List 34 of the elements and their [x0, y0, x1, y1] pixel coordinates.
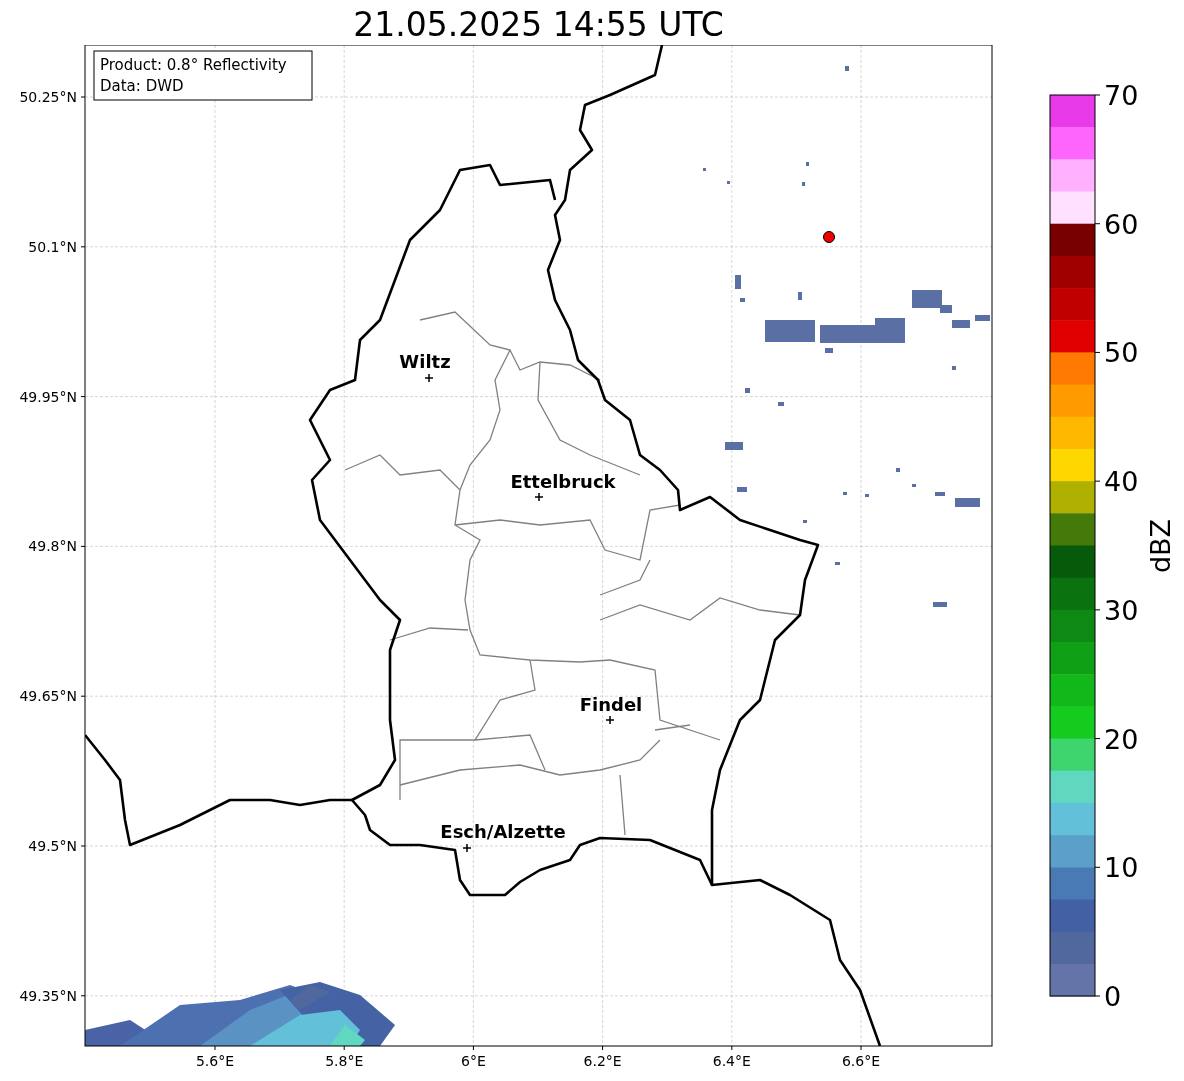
axis-tick-label: 49.65°N: [19, 688, 77, 705]
colorbar-label: dBZ: [1145, 518, 1176, 574]
info-text: Data: DWD: [100, 77, 184, 95]
axis-tick-label: 5.6°E: [195, 1053, 235, 1069]
axis-tick-label: 6.4°E: [712, 1053, 751, 1069]
chart-title: 21.05.2025 14:55 UTC: [353, 5, 724, 45]
colorbar-tick-label: 0: [1104, 981, 1122, 1012]
city-marker-icon: [534, 492, 544, 502]
axis-tick-label: 50.1°N: [28, 238, 77, 255]
colorbar-tick-label: 30: [1104, 594, 1139, 626]
city-marker-icon: [605, 715, 615, 725]
city-label: Ettelbruck: [510, 471, 616, 492]
colorbar-tick-label: 40: [1104, 466, 1139, 498]
axis-tick-label: 50.25°N: [19, 89, 77, 105]
axis-tick-label: 6°E: [461, 1053, 486, 1069]
city-marker-icon: [424, 373, 434, 383]
colorbar-tick-label: 10: [1104, 852, 1139, 884]
axis-tick-label: 49.35°N: [19, 987, 77, 1004]
axis-tick-label: 6.2°E: [583, 1053, 622, 1069]
colorbar-tick-label: 60: [1104, 208, 1139, 240]
colorbar-tick-label: 20: [1104, 723, 1139, 755]
axis-tick-label: 49.5°N: [28, 838, 77, 854]
axis-tick-label: 49.95°N: [19, 388, 77, 405]
colorbar-tick-label: 70: [1104, 80, 1139, 111]
city-marker-icon: [462, 843, 472, 853]
colorbar-tick-label: 50: [1104, 337, 1139, 369]
city-label: Findel: [579, 694, 643, 715]
city-label: Wiltz: [399, 351, 451, 372]
radar-site-marker: [823, 231, 835, 243]
axis-tick-label: 5.8°E: [325, 1053, 364, 1069]
info-text: Product: 0.8° Reflectivity: [100, 56, 287, 74]
city-label: Esch/Alzette: [440, 821, 566, 842]
axis-tick-label: 49.8°N: [28, 538, 77, 555]
axis-tick-label: 6.6°E: [841, 1053, 881, 1069]
